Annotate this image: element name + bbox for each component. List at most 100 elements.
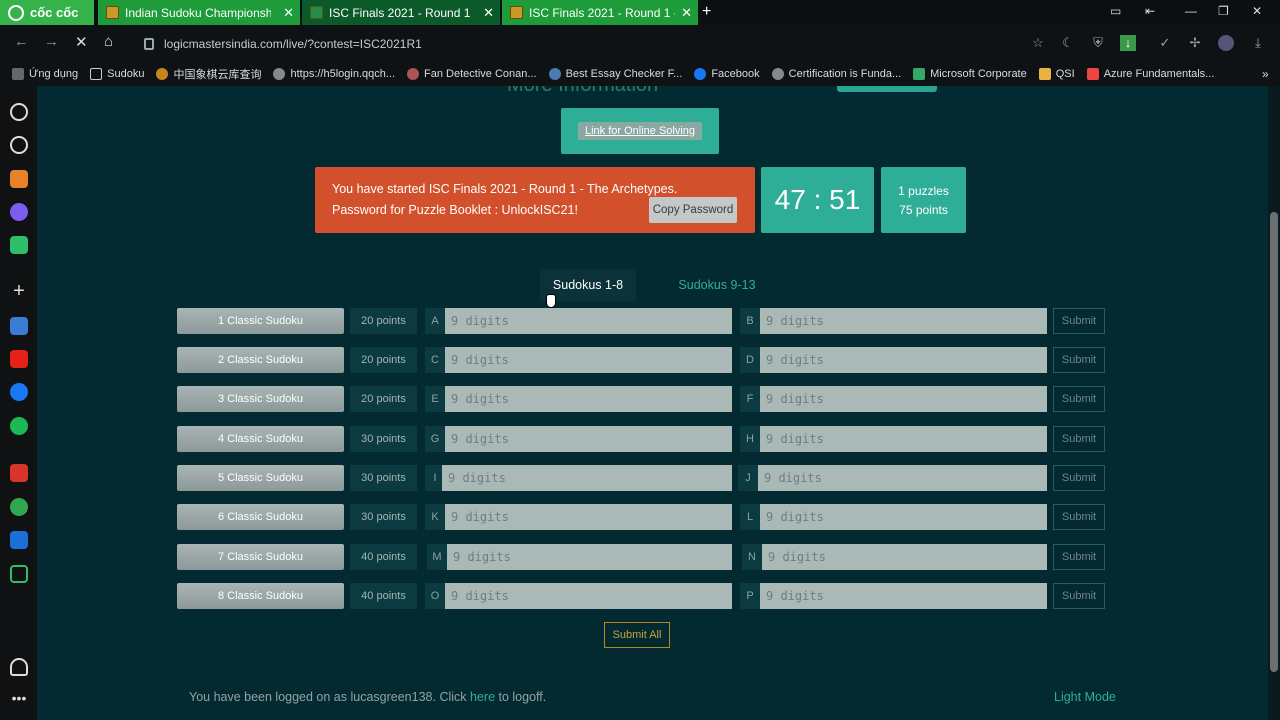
submit-button[interactable]: Submit [1053,544,1105,570]
close-icon[interactable]: ✕ [283,5,294,21]
youtube-icon[interactable] [10,350,28,368]
facebook-icon[interactable] [10,383,28,401]
back-icon[interactable]: ← [14,33,29,50]
extensions-icon[interactable]: ✢ [1187,35,1203,51]
submit-all-button[interactable]: Submit All [604,622,670,648]
puzzle-button[interactable]: 5 Classic Sudoku [177,465,344,491]
home-icon[interactable]: ⌂ [104,33,113,50]
answer-a-input[interactable] [447,544,732,570]
spotify-icon[interactable] [10,417,28,435]
bookmark-azure[interactable]: Azure Fundamentals... [1086,68,1214,80]
answer-a-input[interactable] [445,583,732,609]
bookmark-star-icon[interactable]: ☆ [1030,35,1046,51]
bookmark-certification[interactable]: Certification is Funda... [771,68,901,80]
shopee-icon[interactable] [10,464,28,482]
profile-avatar-icon[interactable] [1218,35,1234,51]
tab-indian-sudoku[interactable]: Indian Sudoku Championshi ✕ [98,0,300,25]
answer-b-input[interactable] [760,504,1047,530]
header-button-edge[interactable] [837,86,937,92]
logoff-link[interactable]: here [470,690,495,704]
answer-a-input[interactable] [445,426,732,452]
sheet-icon[interactable] [10,565,28,583]
dark-mode-moon-icon[interactable]: ☾ [1060,35,1076,51]
copy-password-button[interactable]: Copy Password [649,197,737,223]
answer-b-input[interactable] [760,426,1047,452]
page-scrollbar[interactable] [1268,86,1280,720]
download-icon[interactable]: ↓ [1120,35,1136,51]
bookmark-h5login[interactable]: https://h5login.qqch... [273,68,395,80]
maximize-icon[interactable]: ❐ [1218,4,1229,18]
forward-icon[interactable]: → [44,33,59,50]
bookmark-apps[interactable]: Ứng dụng [12,68,78,80]
puzzle-button[interactable]: 4 Classic Sudoku [177,426,344,452]
submit-button[interactable]: Submit [1053,583,1105,609]
close-icon[interactable]: ✕ [483,5,494,21]
puzzle-button[interactable]: 6 Classic Sudoku [177,504,344,530]
tab-isc-finals-active[interactable]: ISC Finals 2021 - Round 1 - T ✕ [302,0,500,25]
bookmark-chinese-chess[interactable]: 中国象棋云库查询 [156,66,261,82]
minimize-icon[interactable]: — [1185,4,1197,18]
bookmark-qsi[interactable]: QSI [1038,68,1075,80]
crown-icon[interactable] [10,170,28,188]
submit-button[interactable]: Submit [1053,347,1105,373]
messenger-icon[interactable] [10,203,28,221]
submit-button[interactable]: Submit [1053,465,1105,491]
translate-icon[interactable] [10,317,28,335]
settings-gear-icon[interactable] [10,103,28,121]
grab-icon[interactable] [10,498,28,516]
gamepad-icon[interactable] [10,236,28,254]
checkmark-icon[interactable]: ✓ [1157,35,1173,51]
window-close-icon[interactable]: ✕ [1252,4,1262,18]
answer-b-label: N [742,544,762,570]
scrollbar-thumb[interactable] [1270,212,1278,672]
url-field[interactable]: logicmastersindia.com/live/?contest=ISC2… [136,31,1146,56]
submit-button[interactable]: Submit [1053,504,1105,530]
more-options-icon[interactable]: ••• [10,690,28,708]
browser-logo[interactable]: cốc cốc [0,0,94,25]
answer-b-label: P [740,583,760,609]
puzzle-points: 30 points [350,504,417,530]
puzzle-button[interactable]: 3 Classic Sudoku [177,386,344,412]
puzzle-button[interactable]: 8 Classic Sudoku [177,583,344,609]
answer-a-label: G [425,426,445,452]
shield-icon[interactable]: ⛨ [1090,35,1106,51]
bookmark-detective-conan[interactable]: Fan Detective Conan... [407,68,537,80]
answer-b-input[interactable] [758,465,1047,491]
answer-b-input[interactable] [762,544,1047,570]
submit-button[interactable]: Submit [1053,386,1105,412]
puzzle-button[interactable]: 1 Classic Sudoku [177,308,344,334]
tab-isc-finals[interactable]: ISC Finals 2021 - Round 1 - T ✕ [502,0,698,25]
bookmark-microsoft[interactable]: Microsoft Corporate [913,68,1027,80]
tiki-icon[interactable] [10,531,28,549]
answer-a-input[interactable] [442,465,732,491]
answer-a-input[interactable] [445,347,732,373]
add-icon[interactable]: + [10,281,28,301]
online-solving-link[interactable]: Link for Online Solving [577,122,703,140]
tab-sudokus-9-13[interactable]: Sudokus 9-13 [667,269,767,301]
back-arrow-icon[interactable]: ⇤ [1145,4,1155,18]
answer-a-input[interactable] [445,386,732,412]
answer-a-input[interactable] [445,504,732,530]
tab-search-icon[interactable]: ▭ [1110,4,1121,18]
close-icon[interactable]: ✕ [681,5,692,21]
history-icon[interactable] [10,136,28,154]
bookmark-facebook[interactable]: Facebook [694,68,760,80]
answer-b-input[interactable] [760,308,1047,334]
puzzle-button[interactable]: 7 Classic Sudoku [177,544,344,570]
puzzle-points: 40 points [350,544,417,570]
bookmark-sudoku[interactable]: Sudoku [90,68,144,80]
answer-b-input[interactable] [760,386,1047,412]
new-tab-plus-icon[interactable]: + [702,3,711,21]
answer-a-input[interactable] [445,308,732,334]
submit-button[interactable]: Submit [1053,426,1105,452]
puzzle-button[interactable]: 2 Classic Sudoku [177,347,344,373]
more-bookmarks-icon[interactable]: » [1262,67,1269,81]
downloads-arrow-icon[interactable]: ⤓ [1250,35,1266,51]
submit-button[interactable]: Submit [1053,308,1105,334]
answer-b-input[interactable] [760,347,1047,373]
notification-bell-icon[interactable] [10,658,28,676]
bookmark-essay-checker[interactable]: Best Essay Checker F... [548,68,682,80]
answer-b-input[interactable] [760,583,1047,609]
stop-loading-icon[interactable]: ✕ [75,33,88,51]
light-mode-toggle[interactable]: Light Mode [1054,690,1116,704]
